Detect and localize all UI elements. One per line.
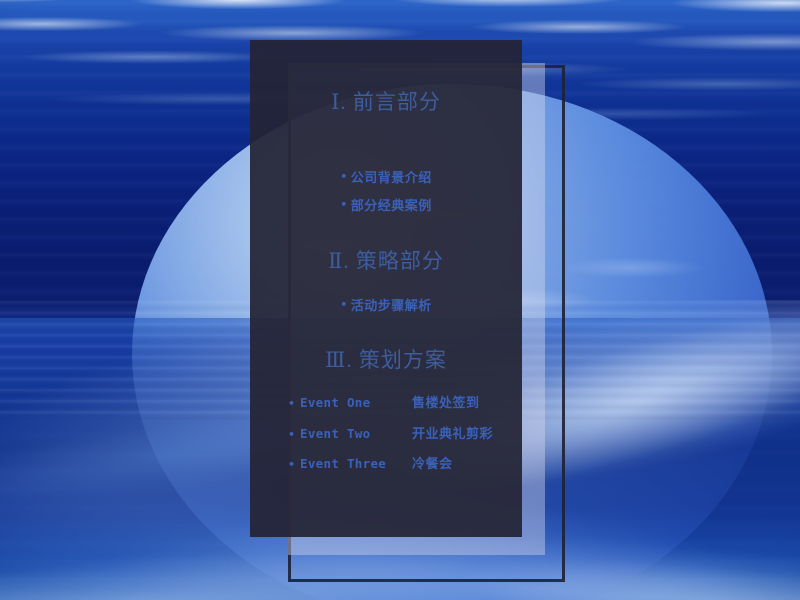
- bullet-label: 部分经典案例: [350, 199, 432, 214]
- bullet-dot-icon: •: [288, 458, 296, 471]
- bullet-item-1: • 公司背景介绍: [250, 167, 522, 186]
- event-description: 开业典礼剪彩: [412, 427, 494, 442]
- section-heading-2: Ⅱ. 策略部分: [328, 249, 444, 273]
- bullet-label: 公司背景介绍: [350, 171, 432, 186]
- bullet-dot-icon: •: [340, 298, 348, 311]
- section-heading-3: Ⅲ. 策划方案: [325, 348, 447, 372]
- bullet-item-3: • 活动步骤解析: [250, 295, 522, 314]
- event-row: • Event Two 开业典礼剪彩: [288, 423, 493, 442]
- agenda-content: Ⅰ. 前言部分 • 公司背景介绍 • 部分经典案例 Ⅱ. 策略部分 • 活动步骤解析 …: [250, 40, 522, 537]
- bullet-dot-icon: •: [340, 198, 348, 211]
- event-name: Event One: [300, 395, 371, 410]
- event-name: Event Three: [300, 456, 387, 471]
- bullet-item-2: • 部分经典案例: [250, 195, 522, 214]
- event-row: • Event One 售楼处签到: [288, 392, 480, 411]
- event-row: • Event Three 冷餐会: [288, 453, 453, 472]
- event-description: 售楼处签到: [412, 396, 480, 411]
- bullet-dot-icon: •: [288, 428, 296, 441]
- event-description: 冷餐会: [412, 457, 453, 472]
- presentation-slide: Ⅰ. 前言部分 • 公司背景介绍 • 部分经典案例 Ⅱ. 策略部分 • 活动步骤解析 …: [0, 0, 800, 600]
- event-name: Event Two: [300, 426, 371, 441]
- bullet-dot-icon: •: [288, 397, 296, 410]
- bullet-dot-icon: •: [340, 170, 348, 183]
- section-heading-1: Ⅰ. 前言部分: [331, 90, 441, 114]
- bullet-label: 活动步骤解析: [350, 299, 432, 314]
